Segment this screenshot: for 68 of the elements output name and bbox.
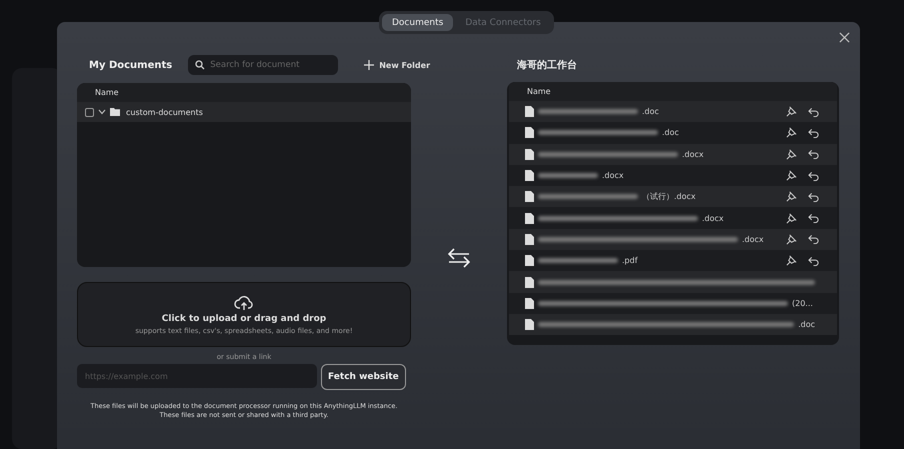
pin-icon[interactable] (786, 234, 797, 245)
file-name: .docx (682, 150, 704, 159)
file-icon (525, 298, 534, 309)
file-row[interactable]: (20... (509, 292, 837, 314)
fetch-website-button[interactable]: Fetch website (321, 364, 406, 390)
pin-icon[interactable] (786, 170, 797, 182)
redacted-text (538, 173, 598, 178)
file-icon (525, 276, 534, 288)
section-title: My Documents (89, 60, 172, 70)
file-icon (525, 191, 534, 202)
file-name: （试行）.docx (642, 191, 696, 202)
cloud-upload-icon (234, 294, 254, 310)
file-row[interactable]: .docx (509, 207, 837, 229)
file-name: .docx (702, 214, 724, 223)
file-name: .docx (742, 234, 764, 244)
file-name: .doc (798, 320, 815, 330)
pin-icon[interactable] (786, 148, 797, 160)
workspace-title: 海哥的工作台 (517, 58, 577, 72)
file-icon (525, 319, 534, 330)
file-name: .doc (662, 128, 679, 138)
column-header: Name (77, 83, 411, 102)
undo-icon[interactable] (808, 213, 819, 224)
pin-icon[interactable] (786, 106, 797, 118)
folder-icon (110, 108, 120, 116)
tab[interactable]: Documents (382, 14, 454, 31)
file-name: (20... (792, 298, 813, 308)
file-icon (525, 106, 534, 118)
undo-icon[interactable] (808, 128, 819, 138)
file-row[interactable]: （试行）.docx (509, 186, 837, 208)
file-name: .doc (642, 107, 659, 116)
pin-icon[interactable] (786, 255, 797, 266)
pin-icon[interactable] (786, 127, 797, 138)
new-folder-button[interactable]: New Folder (358, 59, 436, 71)
file-name: .pdf (622, 256, 638, 266)
pin-icon[interactable] (786, 212, 797, 224)
undo-icon[interactable] (808, 149, 819, 160)
upload-title: Click to upload or drag and drop (162, 314, 326, 324)
file-row[interactable] (509, 271, 837, 293)
undo-icon[interactable] (808, 256, 819, 266)
undo-icon[interactable] (808, 106, 819, 117)
undo-icon[interactable] (808, 234, 819, 244)
checkbox[interactable] (85, 108, 94, 116)
url-field[interactable]: https://example.com (77, 364, 317, 388)
file-row[interactable]: .docx (509, 164, 837, 186)
file-icon (525, 170, 534, 182)
undo-icon[interactable] (808, 170, 819, 181)
file-row[interactable]: .doc (509, 122, 837, 144)
folder-name[interactable]: custom-documents (126, 108, 203, 116)
file-row[interactable]: .docx (509, 228, 837, 250)
search-field[interactable]: Search for document (188, 55, 338, 75)
file-row[interactable]: .docx (509, 144, 837, 165)
file-row[interactable]: .doc (509, 101, 837, 122)
file-row[interactable]: .doc (509, 314, 837, 336)
file-icon (525, 127, 534, 138)
file-row[interactable]: .pdf (509, 250, 837, 272)
close-icon[interactable] (839, 32, 850, 43)
search-icon (195, 60, 206, 70)
file-icon (525, 234, 534, 245)
chevron-icon[interactable] (98, 109, 106, 115)
file-icon (525, 255, 534, 266)
column-header: Name (509, 82, 837, 101)
plus-icon (364, 60, 374, 70)
pin-icon[interactable] (786, 191, 797, 202)
file-icon (525, 148, 534, 160)
file-name: .docx (602, 171, 624, 180)
undo-icon[interactable] (808, 192, 819, 202)
swap-arrows-icon[interactable] (448, 248, 470, 268)
file-icon (525, 212, 534, 224)
